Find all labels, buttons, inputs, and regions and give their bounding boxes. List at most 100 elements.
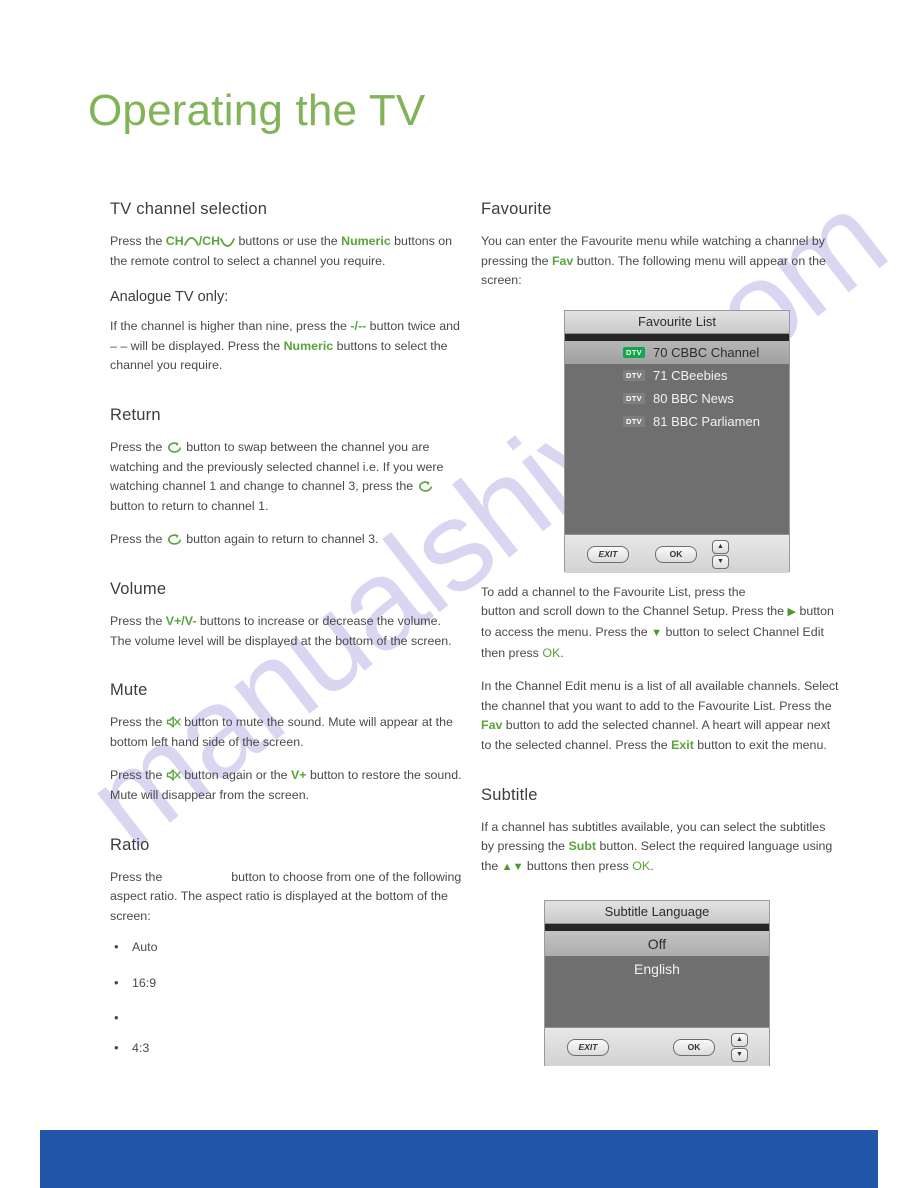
key-subt: Subt [568, 839, 597, 854]
heading-favourite: Favourite [481, 200, 552, 218]
heading-mute: Mute [110, 681, 148, 700]
paragraph-mute-1: Press the button to mute the sound. Mute… [110, 713, 462, 752]
dtv-badge-icon: DTV [623, 370, 645, 381]
text-frag: Press the [110, 613, 166, 628]
return-icon [166, 533, 183, 546]
osd-language-row[interactable]: English [545, 956, 769, 981]
ch-up-caret-icon [183, 236, 199, 248]
text-frag: button again or the [180, 768, 292, 783]
paragraph-ratio: Press the button to choose from one of t… [110, 868, 462, 927]
paragraph-favourite-add: To add a channel to the Favourite List, … [481, 583, 841, 663]
heading-tv-channel-selection: TV channel selection [110, 200, 268, 218]
paragraph-return-2: Press the button again to return to chan… [110, 530, 462, 550]
text-dashes: – – [110, 338, 128, 353]
dtv-badge-icon: DTV [623, 393, 645, 404]
osd-subtitle-language: Subtitle Language Off English EXIT OK ▲ … [544, 900, 770, 1066]
key-volume-up: V+ [291, 768, 307, 783]
text-frag: If the channel is higher than nine, pres… [110, 319, 351, 334]
text-frag: Press the [110, 869, 166, 884]
osd-footer: EXIT OK ▲ ▼ [545, 1027, 769, 1066]
osd-divider [565, 334, 789, 341]
paragraph-return-1: Press the button to swap between the cha… [110, 438, 462, 516]
arrow-right-icon: ▶ [787, 606, 796, 619]
text-frag: button twice and [366, 319, 460, 334]
osd-channel-label: 81 BBC Parliamen [653, 414, 760, 429]
key-numeric: Numeric [283, 338, 334, 353]
key-ch-up: CH [165, 234, 184, 248]
scroll-up-button[interactable]: ▲ [731, 1033, 748, 1047]
dtv-badge-icon: DTV [623, 347, 645, 358]
key-ch-down: /CH [198, 234, 221, 248]
key-numeric: Numeric [341, 234, 391, 248]
osd-favourite-list: Favourite List DTV 70 CBBC Channel DTV 7… [564, 310, 790, 573]
list-item: 16:9 [110, 973, 462, 994]
osd-body: DTV 70 CBBC Channel DTV 71 CBeebies DTV … [565, 341, 789, 534]
key-volume: V+/V- [165, 613, 197, 628]
list-item: Auto [110, 937, 462, 958]
subheading-analogue-tv-only: Analogue TV only: [110, 289, 229, 306]
heading-ratio: Ratio [110, 835, 150, 854]
osd-channel-row[interactable]: DTV 71 CBeebies [565, 364, 789, 387]
text-frag: . [650, 858, 654, 873]
scroll-down-button[interactable]: ▼ [712, 555, 729, 569]
dtv-badge-icon: DTV [623, 416, 645, 427]
osd-footer: EXIT OK ▲ ▼ [565, 534, 789, 573]
osd-channel-row[interactable]: DTV 70 CBBC Channel [565, 341, 789, 364]
ok-button[interactable]: OK [673, 1039, 715, 1056]
text-frag: button again to return to channel 3. [182, 532, 379, 547]
text-frag: . [560, 645, 564, 660]
text-frag: button to exit the menu. [693, 737, 827, 752]
heading-volume: Volume [110, 579, 167, 598]
osd-language-row[interactable]: Off [545, 931, 769, 956]
text-frag: Press the [110, 532, 166, 547]
text-frag: Press the [110, 234, 166, 248]
key-exit: Exit [671, 737, 694, 752]
osd-body: Off English [545, 931, 769, 1027]
heading-subtitle: Subtitle [481, 785, 538, 804]
return-icon [166, 441, 183, 454]
osd-channel-label: 71 CBeebies [653, 368, 728, 383]
text-frag: In the Channel Edit menu is a list of al… [481, 679, 839, 713]
list-item [110, 1008, 462, 1028]
key-fav: Fav [551, 253, 574, 268]
paragraph-mute-2: Press the button again or the V+ button … [110, 766, 462, 805]
paragraph-channel-edit: In the Channel Edit menu is a list of al… [481, 677, 841, 755]
osd-channel-row[interactable]: DTV 81 BBC Parliamen [565, 410, 789, 433]
bottom-bar [40, 1130, 878, 1188]
text-frag: button to return to channel 1. [110, 498, 269, 513]
text-frag: buttons then press [523, 858, 633, 873]
osd-title: Favourite List [565, 311, 789, 334]
key-ok: OK [632, 858, 651, 873]
return-icon [417, 480, 434, 493]
exit-button[interactable]: EXIT [567, 1039, 609, 1056]
ch-down-caret-icon [220, 236, 235, 248]
osd-title: Subtitle Language [545, 901, 769, 924]
arrow-down-icon: ▼ [512, 860, 524, 873]
paragraph-subtitle: If a channel has subtitles available, yo… [481, 818, 841, 878]
page-title: Operating the TV [88, 86, 426, 135]
text-frag: button and scroll down to the Channel Se… [481, 604, 788, 619]
exit-button[interactable]: EXIT [587, 546, 629, 563]
paragraph-channel-selection: Press the CH/CH buttons or use the Numer… [110, 232, 462, 271]
scroll-down-button[interactable]: ▼ [731, 1048, 748, 1062]
left-column: TV channel selection Press the CH/CH but… [110, 200, 462, 1075]
ratio-options-list: Auto 16:9 4:3 [110, 937, 462, 1059]
mute-icon [166, 768, 181, 782]
arrow-up-icon: ▲ [501, 860, 513, 873]
ok-button[interactable]: OK [655, 546, 697, 563]
paragraph-volume: Press the V+/V- buttons to increase or d… [110, 612, 462, 651]
scroll-up-button[interactable]: ▲ [712, 540, 729, 554]
text-frag: Press the [110, 715, 166, 730]
text-frag: Press the [110, 439, 166, 454]
paragraph-favourite-intro: You can enter the Favourite menu while w… [481, 232, 841, 291]
text-frag: will be displayed. Press the [127, 338, 284, 353]
mute-icon [166, 715, 181, 729]
osd-channel-label: 70 CBBC Channel [653, 345, 760, 360]
text-frag: To add a channel to the Favourite List, … [481, 584, 749, 599]
key-fav: Fav [481, 718, 503, 733]
osd-channel-row[interactable]: DTV 80 BBC News [565, 387, 789, 410]
heading-return: Return [110, 405, 161, 424]
osd-divider [545, 924, 769, 931]
paragraph-analogue-tv: If the channel is higher than nine, pres… [110, 317, 462, 376]
key-dash-slash: -/-- [350, 319, 367, 334]
